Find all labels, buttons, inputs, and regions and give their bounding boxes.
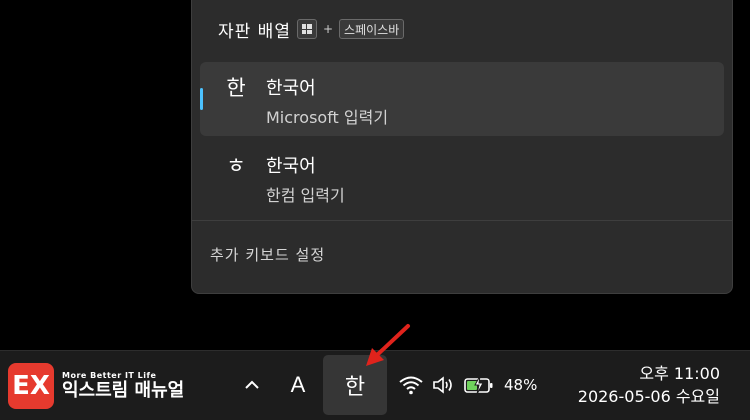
wifi-icon — [399, 376, 423, 395]
input-mode-alpha[interactable]: A — [284, 367, 312, 403]
clock[interactable]: 오후 11:00 2026-05-06 수요일 — [578, 363, 720, 409]
more-keyboard-settings-link[interactable]: 추가 키보드 설정 — [210, 244, 325, 265]
selected-indicator — [200, 88, 203, 110]
status-tray[interactable]: 48% — [398, 371, 537, 399]
logo-mark-icon: EX — [8, 363, 54, 409]
shortcut-plus: + — [322, 22, 334, 36]
ime-glyph-icon: 한 — [226, 76, 246, 100]
ime-option-microsoft[interactable]: 한 한국어 Microsoft 입력기 — [200, 62, 724, 136]
clock-date: 2026-05-06 수요일 — [577, 387, 720, 406]
divider — [192, 220, 732, 221]
ime-option-sub: 한컴 입력기 — [266, 186, 345, 205]
logo-title: 익스트림 매뉴얼 — [62, 379, 185, 401]
battery-charging-icon — [464, 375, 493, 395]
ime-glyph-icon: ㅎ — [226, 154, 246, 178]
clock-time: 오후 11:00 — [639, 364, 720, 383]
annotation-arrow-icon — [366, 324, 410, 366]
windows-key-icon — [296, 19, 317, 39]
flyout-title: 자판 배열 — [218, 21, 291, 42]
space-key: 스페이스바 — [339, 19, 405, 39]
ime-option-hancom[interactable]: ㅎ 한국어 한컴 입력기 — [200, 140, 724, 214]
ime-option-name: 한국어 — [266, 78, 316, 99]
flyout-header: 자판 배열 + 스페이스바 — [218, 15, 405, 43]
ime-flyout: 자판 배열 + 스페이스바 한 한국어 Microsoft 입력기 ㅎ 한국어 … — [191, 0, 733, 294]
volume-icon — [433, 376, 452, 394]
ime-option-name: 한국어 — [266, 156, 316, 177]
ime-option-sub: Microsoft 입력기 — [266, 108, 389, 127]
show-hidden-icons-chevron-icon[interactable] — [238, 369, 266, 401]
site-logo: EX More Better IT Life 익스트림 매뉴얼 — [8, 363, 184, 409]
logo-tagline: More Better IT Life — [62, 370, 157, 380]
battery-percentage: 48% — [504, 376, 538, 394]
